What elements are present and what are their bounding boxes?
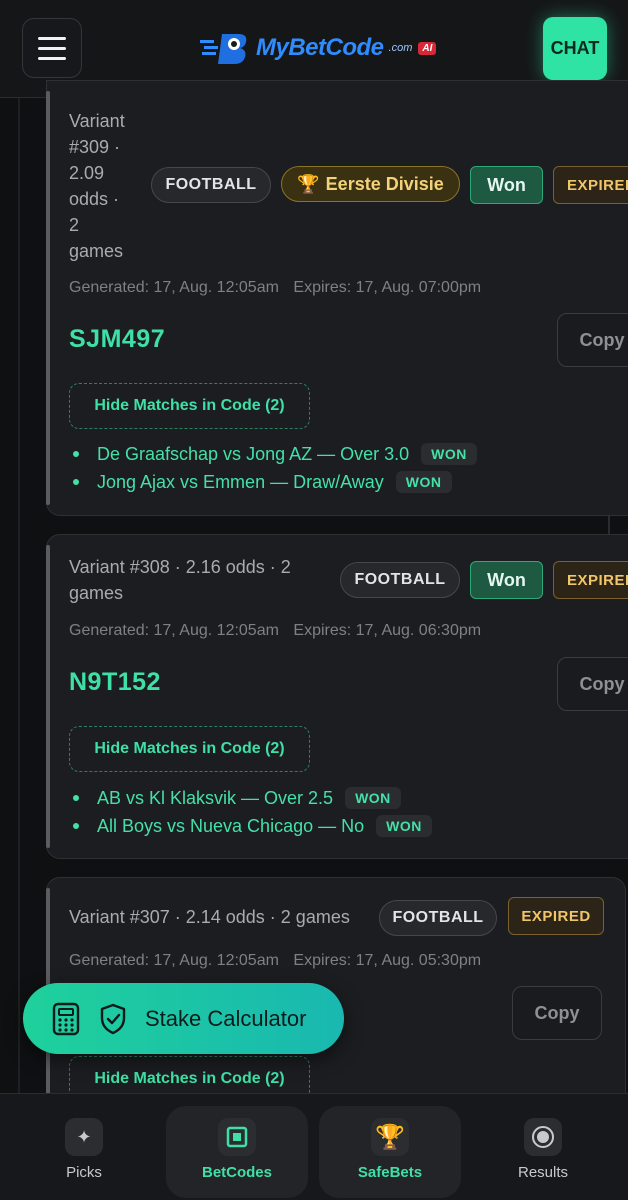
trophy-icon: 🏆 xyxy=(371,1118,409,1156)
sport-chip: FOOTBALL xyxy=(379,900,497,936)
status-badge: EXPIRED xyxy=(508,897,604,935)
betcode-card: Variant #308 · 2.16 odds · 2 games FOOTB… xyxy=(46,534,628,859)
brand-logo[interactable]: MyBetCode .com AI xyxy=(200,30,437,66)
status-badge: EXPIRED xyxy=(553,166,628,204)
match-result-tag: WON xyxy=(345,787,401,809)
match-result-tag: WON xyxy=(376,815,432,837)
stake-calculator-button[interactable]: Stake Calculator xyxy=(23,983,344,1054)
card-meta: Generated: 17, Aug. 12:05am Expires: 17,… xyxy=(69,279,491,297)
hide-matches-button[interactable]: Hide Matches in Code (2) xyxy=(69,383,310,429)
stake-calculator-label: Stake Calculator xyxy=(145,1005,307,1031)
match-result-tag: WON xyxy=(395,471,452,493)
trophy-icon: 🏆 xyxy=(297,173,320,194)
match-text: De Graafschap vs Jong AZ — Over 3.0 xyxy=(97,443,410,464)
betcode-card: Variant #309 · 2.09 odds · 2 games FOOTB… xyxy=(46,80,628,516)
sparkle-icon: ✦ xyxy=(65,1118,103,1156)
match-text: AB vs Kl Klaksvik — Over 2.5 xyxy=(97,787,334,808)
menu-bar xyxy=(38,46,66,50)
radio-icon xyxy=(524,1118,562,1156)
variant-line: Variant #308 · 2.16 odds · 2 xyxy=(69,557,291,577)
menu-bar xyxy=(38,56,66,60)
match-text: Jong Ajax vs Emmen — Draw/Away xyxy=(97,471,384,492)
copy-button[interactable]: Copy xyxy=(557,657,628,711)
sport-chip: FOOTBALL xyxy=(340,562,460,598)
nav-item-betcodes[interactable]: BetCodes xyxy=(166,1106,308,1198)
logo-ai-badge: AI xyxy=(418,41,437,55)
hide-matches-button[interactable]: Hide Matches in Code (2) xyxy=(69,726,310,772)
sport-chip: FOOTBALL xyxy=(151,167,271,203)
list-item: All Boys vs Nueva Chicago — No WON xyxy=(71,812,432,840)
nav-item-results[interactable]: Results xyxy=(472,1106,614,1198)
variant-line: 2 xyxy=(69,215,80,235)
bet-code: N9T152 xyxy=(69,668,161,696)
variant-line: #309 · xyxy=(69,137,121,157)
shield-check-icon xyxy=(100,1003,126,1034)
league-chip: 🏆 Eerste Divisie xyxy=(281,166,460,202)
league-label: Eerste Divisie xyxy=(325,173,444,194)
variant-info: Variant #309 · 2.09 odds · 2 games xyxy=(69,108,141,264)
bullet-icon xyxy=(73,795,79,801)
variant-info: Variant #308 · 2.16 odds · 2 games xyxy=(69,554,339,606)
app-screen: MyBetCode .com AI CHAT Variant #309 · 2.… xyxy=(0,0,628,1200)
logo-text: MyBetCode xyxy=(256,34,384,61)
chat-button[interactable]: CHAT xyxy=(543,17,607,80)
match-result-tag: WON xyxy=(421,443,477,465)
generated-date: Generated: 17, Aug. 12:05am xyxy=(69,952,279,969)
nav-item-safebets[interactable]: 🏆 SafeBets xyxy=(319,1106,461,1198)
logo-domain: .com xyxy=(388,42,413,54)
status-badge: EXPIRED xyxy=(553,561,628,599)
list-item: Jong Ajax vs Emmen — Draw/Away WON xyxy=(71,468,477,496)
list-item: AB vs Kl Klaksvik — Over 2.5 WON xyxy=(71,784,432,812)
variant-line: games xyxy=(69,583,124,603)
expires-date: Expires: 17, Aug. 06:30pm xyxy=(293,622,482,639)
result-badge: Won xyxy=(470,561,543,599)
bullet-icon xyxy=(73,479,79,485)
square-icon xyxy=(218,1118,256,1156)
nav-label: Picks xyxy=(66,1164,102,1181)
copy-button[interactable]: Copy xyxy=(512,986,602,1040)
generated-date: Generated: 17, Aug. 12:05am xyxy=(69,622,279,639)
nav-label: BetCodes xyxy=(201,1164,272,1181)
nav-label: SafeBets xyxy=(357,1164,423,1181)
bullet-icon xyxy=(73,451,79,457)
expires-date: Expires: 17, Aug. 05:30pm xyxy=(293,952,482,969)
content-rail xyxy=(18,98,20,1093)
menu-bar xyxy=(38,36,66,40)
bet-code: SJM497 xyxy=(69,325,166,353)
generated-date: Generated: 17, Aug. 12:05am xyxy=(69,279,279,296)
calculator-icon xyxy=(52,1002,80,1035)
variant-line: odds · xyxy=(69,189,120,209)
bullet-icon xyxy=(73,823,79,829)
logo-icon xyxy=(200,34,247,64)
expires-date: Expires: 17, Aug. 07:00pm xyxy=(293,279,482,296)
bottom-navigation: ✦ Picks BetCodes 🏆 SafeBets Results xyxy=(0,1093,628,1200)
copy-button[interactable]: Copy xyxy=(557,313,628,367)
hamburger-menu-button[interactable] xyxy=(22,18,82,78)
match-list: AB vs Kl Klaksvik — Over 2.5 WON All Boy… xyxy=(71,784,432,840)
list-item: De Graafschap vs Jong AZ — Over 3.0 WON xyxy=(71,440,477,468)
match-list: De Graafschap vs Jong AZ — Over 3.0 WON … xyxy=(71,440,477,496)
result-badge: Won xyxy=(470,166,543,204)
nav-item-picks[interactable]: ✦ Picks xyxy=(13,1106,155,1198)
card-meta: Generated: 17, Aug. 12:05am Expires: 17,… xyxy=(69,622,491,640)
variant-info: Variant #307 · 2.14 odds · 2 games xyxy=(69,907,350,927)
card-meta: Generated: 17, Aug. 12:05am Expires: 17,… xyxy=(69,952,491,970)
match-text: All Boys vs Nueva Chicago — No xyxy=(97,815,365,836)
variant-line: Variant xyxy=(69,111,125,131)
nav-label: Results xyxy=(517,1164,569,1181)
variant-line: 2.09 xyxy=(69,163,105,183)
variant-line: games xyxy=(69,241,124,261)
